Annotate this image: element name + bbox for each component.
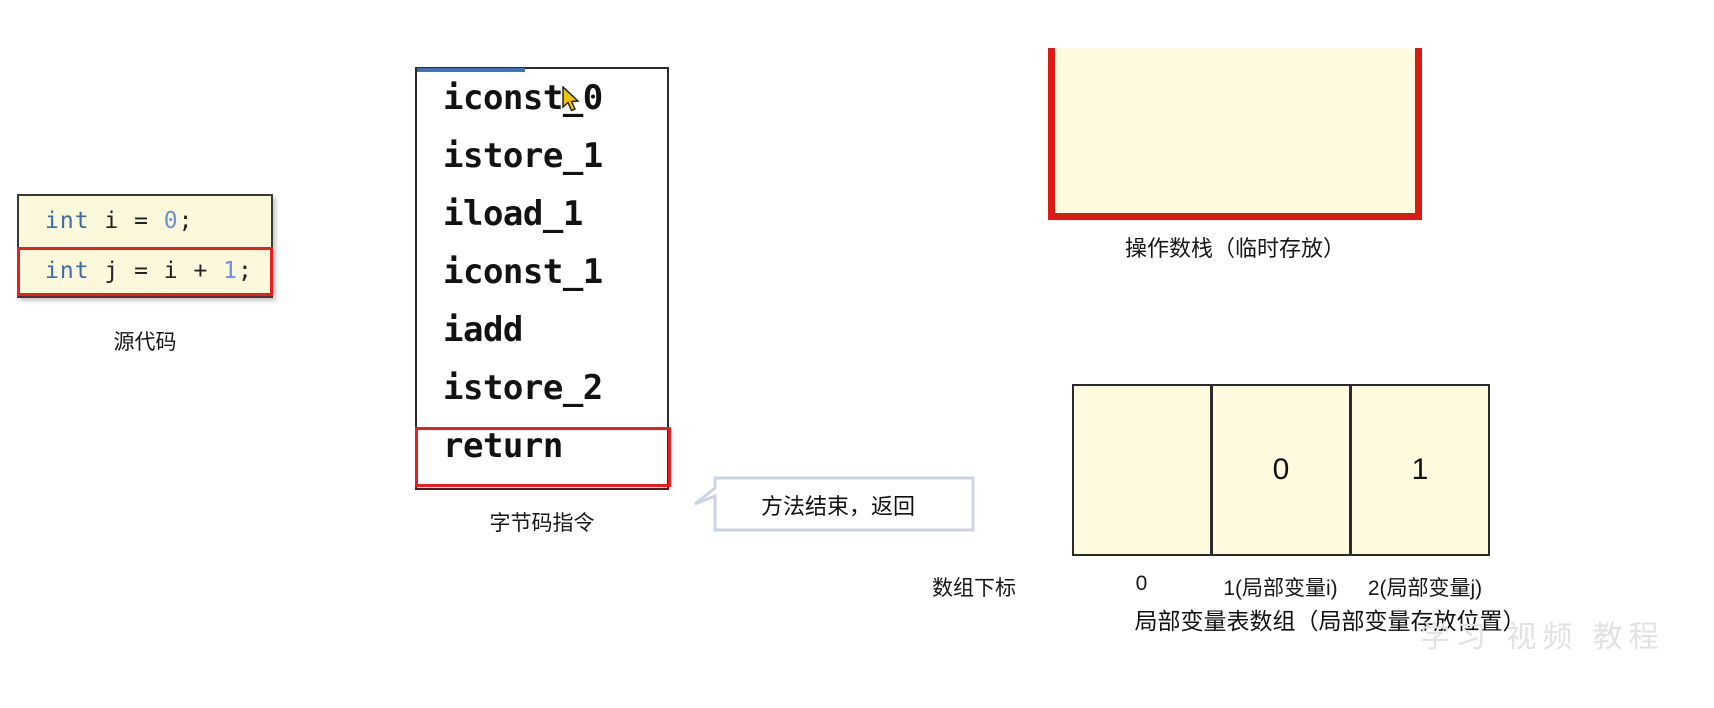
array-index-label: 数组下标 [932,577,1016,600]
bytecode-panel: iconst_0 istore_1 iload_1 iconst_1 iadd … [415,67,669,490]
source-code-keyword: int [45,208,90,234]
bytecode-instruction: iconst_0 [443,78,603,118]
source-code-semicolon: ; [238,258,253,284]
local-variable-index-1: 1(局部变量i) [1223,577,1338,600]
bytecode-progress-bar [417,68,525,72]
callout-bubble-text: 方法结束，返回 [760,494,915,519]
local-variable-index-0: 0 [1135,572,1148,595]
bytecode-instruction: iconst_1 [443,252,603,292]
source-code-number: 1 [223,258,239,284]
source-code-text: i = [89,208,164,234]
source-code-text: j = i + [89,258,224,284]
local-variable-cell: 0 [1213,386,1352,554]
local-variable-index-2: 2(局部变量j) [1367,577,1483,600]
source-code-panel: int i = 0; int j = i + 1; [17,194,273,298]
source-code-keyword: int [45,258,90,284]
local-variable-table: 0 1 [1072,384,1490,556]
bytecode-instruction: istore_1 [443,136,603,176]
local-variable-cell: 1 [1352,386,1488,554]
bytecode-instruction: istore_2 [443,368,603,408]
bytecode-instruction: iload_1 [443,194,583,234]
local-variable-cell [1074,386,1213,554]
watermark: 学习 视频 教程 [1420,621,1665,654]
source-code-number: 0 [163,208,179,234]
operand-stack-caption: 操作数栈（临时存放） [1124,236,1345,261]
bytecode-caption: 字节码指令 [489,512,595,535]
bytecode-instruction: iadd [443,310,523,350]
source-code-line: int i = 0; [19,196,271,246]
arrow-pointer-icon [562,86,580,112]
operand-stack-box [1048,48,1422,220]
source-code-caption: 源代码 [113,331,177,354]
bytecode-instruction: return [443,426,563,466]
source-code-semicolon: ; [178,208,194,234]
source-code-line: int j = i + 1; [19,246,271,296]
